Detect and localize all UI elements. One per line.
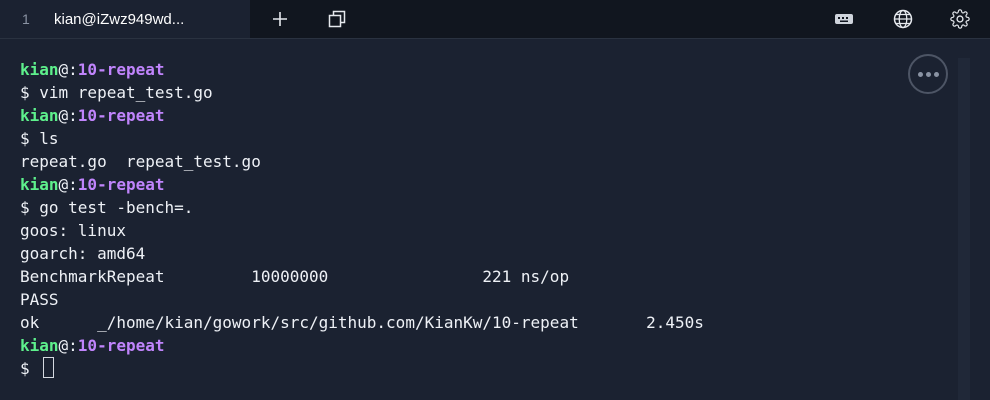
prompt-user: kian: [20, 175, 59, 194]
plus-icon: [273, 12, 287, 26]
language-button[interactable]: [888, 4, 918, 34]
more-icon-dot: [925, 71, 931, 77]
prompt-user: kian: [20, 106, 59, 125]
terminal-line: PASS: [20, 290, 59, 309]
terminal-line: repeat.go repeat_test.go: [20, 152, 261, 171]
prompt-line: kian@:10-repeat: [20, 58, 704, 81]
more-icon-dot: [933, 71, 939, 77]
settings-button[interactable]: [945, 4, 975, 34]
prompt-path: 10-repeat: [77, 60, 165, 79]
prompt-path: 10-repeat: [77, 106, 165, 125]
more-options-button[interactable]: [908, 54, 948, 94]
terminal-lines: kian@:10-repeat $ vim repeat_test.go kia…: [20, 58, 704, 380]
prompt-separator: @:: [58, 175, 78, 194]
tab-bar: 1 kian@iZwz949wd...: [0, 0, 990, 39]
terminal-line: $ go test -bench=.: [20, 198, 194, 217]
prompt-line: kian@:10-repeat: [20, 173, 704, 196]
tab-title: kian@iZwz949wd...: [54, 10, 185, 28]
globe-icon: [893, 9, 913, 29]
keyboard-button[interactable]: [829, 4, 859, 34]
prompt-user: kian: [20, 336, 59, 355]
prompt-separator: @:: [58, 336, 78, 355]
gear-icon: [950, 9, 970, 29]
prompt-user: kian: [20, 60, 59, 79]
prompt-path: 10-repeat: [77, 336, 165, 355]
input-prompt: $: [20, 359, 40, 378]
new-tab-button[interactable]: [265, 4, 295, 34]
prompt-separator: @:: [58, 106, 78, 125]
terminal-line: $ vim repeat_test.go: [20, 83, 213, 102]
prompt-separator: @:: [58, 60, 78, 79]
tab-terminal-1[interactable]: 1 kian@iZwz949wd...: [0, 0, 250, 38]
more-icon-dot: [917, 71, 923, 77]
prompt-line: kian@:10-repeat: [20, 334, 704, 357]
tab-number: 1: [22, 11, 30, 27]
keyboard-icon: [835, 14, 853, 24]
terminal-line: $ ls: [20, 129, 59, 148]
duplicate-tab-button[interactable]: [322, 4, 352, 34]
scrollbar[interactable]: [958, 58, 970, 400]
terminal-line: ok _/home/kian/gowork/src/github.com/Kia…: [20, 313, 704, 332]
terminal-output[interactable]: kian@:10-repeat $ vim repeat_test.go kia…: [0, 39, 990, 400]
copy-icon: [328, 10, 346, 28]
prompt-line: kian@:10-repeat: [20, 104, 704, 127]
input-line[interactable]: $: [20, 357, 704, 380]
prompt-path: 10-repeat: [77, 175, 165, 194]
terminal-line: BenchmarkRepeat 10000000 221 ns/op: [20, 267, 570, 286]
terminal-line: goos: linux: [20, 221, 126, 240]
text-cursor: [43, 357, 55, 378]
terminal-line: goarch: amd64: [20, 244, 146, 263]
